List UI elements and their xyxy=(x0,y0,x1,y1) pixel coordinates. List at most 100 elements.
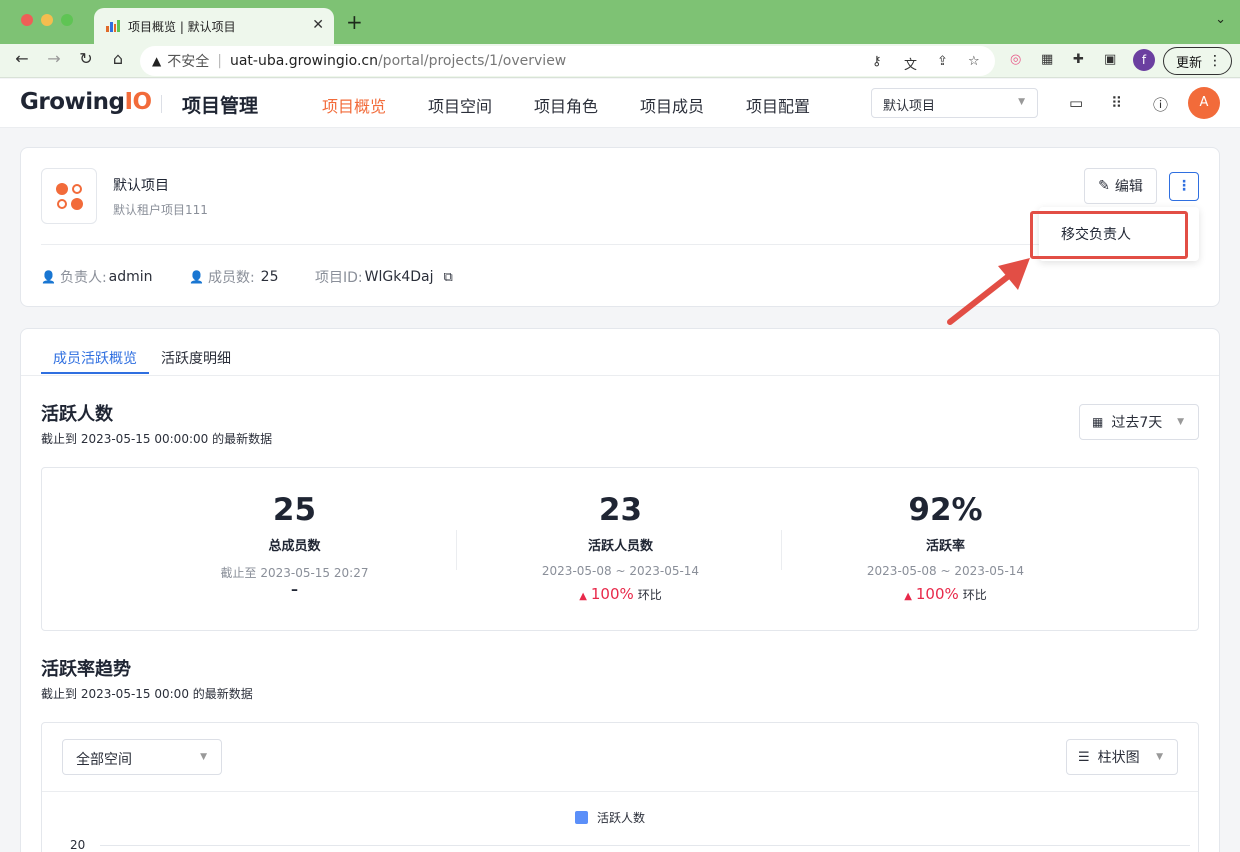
stat-active-rate: 92% 活跃率 2023-05-08 ~ 2023-05-14 ▲ 100% 环比 xyxy=(783,468,1108,632)
chart-divider xyxy=(42,791,1198,792)
maximize-window-icon[interactable] xyxy=(61,14,73,26)
update-label: 更新 xyxy=(1176,55,1203,71)
apps-grid-icon[interactable]: ⠿ xyxy=(1111,94,1122,112)
bookmark-star-icon[interactable]: ☆ xyxy=(968,54,980,69)
warning-icon[interactable]: ▲ xyxy=(152,54,161,68)
nav-project-roles[interactable]: 项目角色 xyxy=(534,93,598,117)
space-selector-value: 全部空间 xyxy=(76,752,132,768)
active-users-subtitle: 截止到 2023-05-15 00:00:00 的最新数据 xyxy=(41,432,273,446)
edit-button[interactable]: ✎ 编辑 xyxy=(1084,168,1157,204)
qr-code-icon[interactable]: ▦ xyxy=(1041,52,1053,67)
nav-project-config[interactable]: 项目配置 xyxy=(746,93,810,117)
time-range-selector[interactable]: ▦ 过去7天 ▼ xyxy=(1079,404,1199,440)
insecure-label: 不安全 xyxy=(167,54,210,70)
nav-project-members[interactable]: 项目成员 xyxy=(640,93,704,117)
app-header: GrowingIO 项目管理 项目概览 项目空间 项目角色 项目成员 项目配置 … xyxy=(0,79,1240,128)
stat-date: 截止至 2023-05-15 20:27 xyxy=(220,566,369,580)
annotation-arrow-icon xyxy=(947,258,1030,325)
tab-list-chevron-icon[interactable]: ⌄ xyxy=(1215,12,1226,27)
project-description: 默认租户项目111 xyxy=(113,203,208,217)
member-icon: 👤 xyxy=(189,270,204,284)
forward-icon[interactable]: → xyxy=(42,49,66,68)
sidebar-toggle-icon[interactable]: ▣ xyxy=(1104,52,1116,67)
browser-tab[interactable]: 项目概览 | 默认项目 ✕ xyxy=(94,8,334,44)
bar-chart-icon: ☰ xyxy=(1078,749,1090,765)
extension-circle-icon[interactable]: ◎ xyxy=(1010,52,1021,67)
chart-gridline xyxy=(100,845,1190,846)
update-button[interactable]: 更新 ⋮ xyxy=(1163,47,1232,75)
caret-down-icon: ▼ xyxy=(1156,752,1163,762)
more-options-button[interactable]: ⋮ xyxy=(1169,172,1199,201)
user-avatar[interactable]: A xyxy=(1188,87,1220,119)
home-icon[interactable]: ⌂ xyxy=(106,49,130,68)
user-icon: 👤 xyxy=(41,270,56,284)
logo-text: Growing xyxy=(20,89,125,115)
nav-project-space[interactable]: 项目空间 xyxy=(428,93,492,117)
stat-date: 2023-05-08 ~ 2023-05-14 xyxy=(866,564,1025,578)
extensions-puzzle-icon[interactable]: ✚ xyxy=(1073,52,1084,67)
active-rate-trend-title: 活跃率趋势 xyxy=(41,659,131,680)
members-value: 25 xyxy=(260,269,279,285)
profile-avatar[interactable]: f xyxy=(1133,49,1155,71)
stat-change-suffix: 环比 xyxy=(962,588,987,602)
project-id-value: WlGk4Daj xyxy=(364,269,434,285)
project-logo-icon xyxy=(41,168,97,224)
nav-project-overview[interactable]: 项目概览 xyxy=(322,93,386,117)
edit-label: 编辑 xyxy=(1114,179,1143,195)
stat-change: ▲ 100% 环比 xyxy=(458,585,783,603)
time-range-value: 过去7天 xyxy=(1111,415,1163,431)
calendar-icon: ▦ xyxy=(1092,415,1104,429)
logo-divider xyxy=(161,95,162,113)
tab-member-activity-overview[interactable]: 成员活跃概览 xyxy=(53,348,137,368)
growingio-logo[interactable]: GrowingIO xyxy=(20,89,152,115)
stat-change-value: 100% xyxy=(915,585,959,603)
members-info: 👤 成员数: 25 xyxy=(189,267,279,287)
chart-legend[interactable]: 活跃人数 xyxy=(575,809,645,826)
close-window-icon[interactable] xyxy=(21,14,33,26)
members-label: 成员数: xyxy=(207,270,255,286)
chart-type-value: 柱状图 xyxy=(1097,750,1140,766)
tab-close-icon[interactable]: ✕ xyxy=(312,17,324,33)
y-axis-tick: 20 xyxy=(70,838,86,852)
chart-type-selector[interactable]: ☰ 柱状图 ▼ xyxy=(1066,739,1178,775)
translate-icon[interactable]: 文 xyxy=(904,54,917,73)
stat-change-suffix: 环比 xyxy=(637,588,662,602)
project-id-label: 项目ID: xyxy=(315,270,363,286)
project-selector-value: 默认项目 xyxy=(883,99,936,114)
back-icon[interactable]: ← xyxy=(10,49,34,68)
project-id-info: 项目ID: WlGk4Daj ⧉ xyxy=(315,267,453,287)
share-icon[interactable]: ⇪ xyxy=(937,54,948,69)
space-selector[interactable]: 全部空间 ▼ xyxy=(62,739,222,775)
caret-down-icon: ▼ xyxy=(1018,97,1025,107)
divider xyxy=(41,244,1199,245)
stat-divider xyxy=(781,530,782,570)
minimize-window-icon[interactable] xyxy=(41,14,53,26)
stat-label: 活跃人员数 xyxy=(587,539,653,554)
caret-down-icon: ▼ xyxy=(1177,417,1184,427)
help-icon[interactable]: ⓘ xyxy=(1153,94,1168,115)
address-toolbar: ← → ↻ ⌂ ▲ 不安全 | uat-uba.growingio.cn/por… xyxy=(0,44,1240,78)
kebab-menu-icon[interactable]: ⋮ xyxy=(1208,53,1222,69)
stat-value: 23 xyxy=(598,492,643,528)
active-tab-indicator xyxy=(41,372,149,374)
copy-icon[interactable]: ⧉ xyxy=(444,270,453,285)
key-icon[interactable]: ⚷ xyxy=(872,54,882,69)
url-host: uat-uba.growingio.cn xyxy=(229,53,378,69)
stat-divider xyxy=(456,530,457,570)
active-rate-trend-subtitle: 截止到 2023-05-15 00:00 的最新数据 xyxy=(41,687,253,701)
new-tab-button[interactable]: + xyxy=(346,10,363,34)
reload-icon[interactable]: ↻ xyxy=(74,49,98,68)
tab-activity-detail[interactable]: 活跃度明细 xyxy=(161,348,231,368)
pencil-icon: ✎ xyxy=(1098,178,1110,194)
monitor-icon[interactable]: ▭ xyxy=(1069,94,1083,112)
tabs-divider xyxy=(21,375,1219,376)
url-path: /portal/projects/1/overview xyxy=(377,53,567,69)
project-selector[interactable]: 默认项目 ▼ xyxy=(871,88,1038,118)
stat-active-members: 23 活跃人员数 2023-05-08 ~ 2023-05-14 ▲ 100% 环比 xyxy=(458,468,783,632)
stat-date: 2023-05-08 ~ 2023-05-14 xyxy=(541,564,700,578)
legend-label: 活跃人数 xyxy=(597,811,646,825)
browser-tab-strip: 项目概览 | 默认项目 ✕ + ⌄ xyxy=(0,0,1240,44)
tab-title: 项目概览 | 默认项目 xyxy=(128,19,236,34)
url-bar[interactable]: ▲ 不安全 | uat-uba.growingio.cn/portal/proj… xyxy=(140,46,995,76)
stats-panel: 25 总成员数 截止至 2023-05-15 20:27 – 23 活跃人员数 … xyxy=(41,467,1199,631)
